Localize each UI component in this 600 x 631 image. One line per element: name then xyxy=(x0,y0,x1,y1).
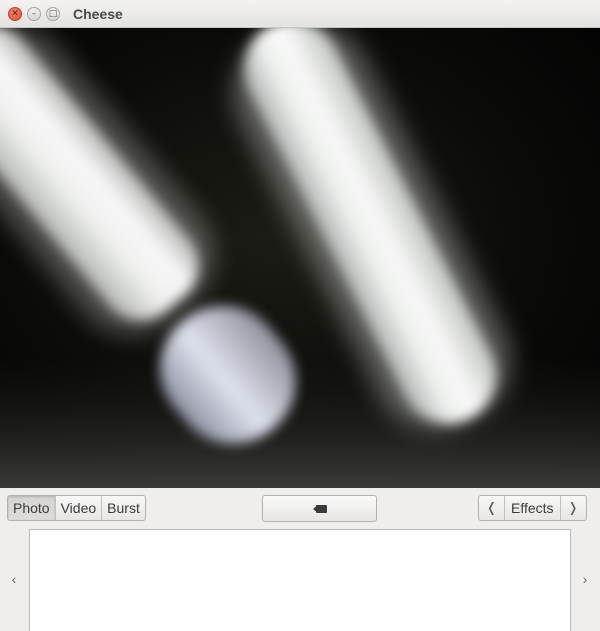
mode-burst-button[interactable]: Burst xyxy=(102,496,145,520)
camera-image xyxy=(0,28,600,488)
chevron-right-icon[interactable]: ❭ xyxy=(559,496,586,520)
maximize-icon[interactable]: □ xyxy=(46,7,60,21)
window-title: Cheese xyxy=(73,6,123,22)
effects-selector: ❬ Effects ❭ xyxy=(478,495,587,521)
thumbnail-strip[interactable] xyxy=(29,529,571,631)
title-bar[interactable]: ✕ – □ Cheese xyxy=(0,0,600,28)
cheese-window: ✕ – □ Cheese Photo Video Burst ❬ Effects… xyxy=(0,0,600,631)
thumbnails-scroll-left-icon[interactable]: ‹ xyxy=(7,571,21,587)
camera-icon xyxy=(312,504,327,513)
mode-selector: Photo Video Burst xyxy=(7,495,146,521)
chevron-left-icon[interactable]: ❬ xyxy=(479,496,505,520)
take-photo-button[interactable] xyxy=(262,495,377,522)
minimize-icon[interactable]: – xyxy=(27,7,41,21)
close-icon[interactable]: ✕ xyxy=(8,7,22,21)
webcam-preview xyxy=(0,28,600,488)
effects-button[interactable]: Effects xyxy=(505,496,560,520)
mode-photo-button[interactable]: Photo xyxy=(8,496,56,520)
mode-video-button[interactable]: Video xyxy=(56,496,103,520)
thumbnails-scroll-right-icon[interactable]: › xyxy=(578,571,592,587)
